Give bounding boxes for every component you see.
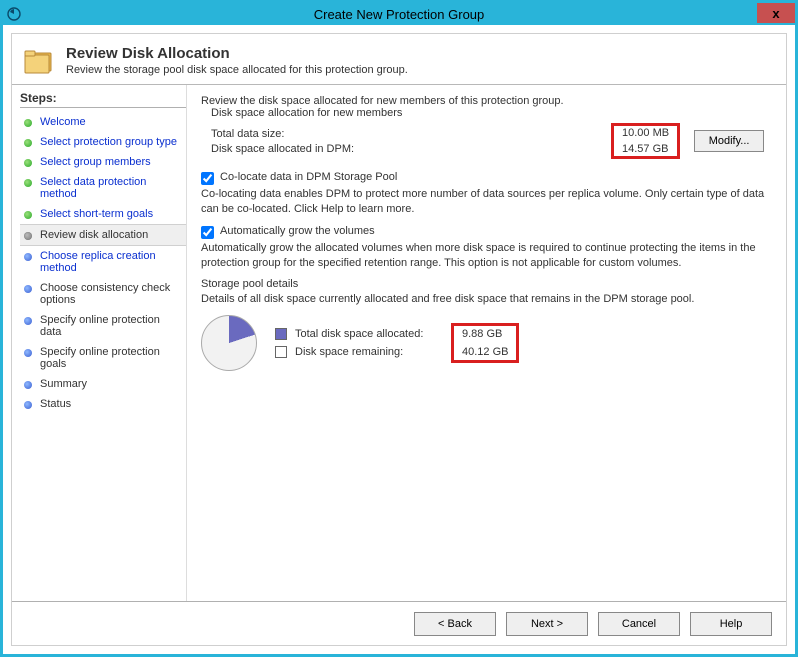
titlebar[interactable]: Create New Protection Group x — [3, 3, 795, 25]
step-item[interactable]: Summary — [20, 374, 186, 394]
steps-heading: Steps: — [20, 91, 186, 108]
back-button[interactable]: < Back — [414, 612, 496, 636]
step-bullet-icon — [24, 401, 32, 409]
dpm-alloc-label: Disk space allocated in DPM: — [211, 143, 471, 155]
step-item[interactable]: Select short-term goals — [20, 204, 186, 224]
legend-allocated-swatch — [275, 328, 287, 340]
step-label: Welcome — [40, 116, 86, 128]
step-bullet-icon — [24, 253, 32, 261]
step-label: Summary — [40, 378, 87, 390]
help-button[interactable]: Help — [690, 612, 772, 636]
step-label: Choose consistency check options — [40, 282, 184, 306]
step-item[interactable]: Specify online protection data — [20, 310, 186, 342]
pool-remaining-label: Disk space remaining: — [295, 346, 451, 358]
alloc-group-title: Disk space allocation for new members — [211, 107, 402, 119]
step-label: Select group members — [40, 156, 151, 168]
step-bullet-icon — [24, 381, 32, 389]
page-subtitle: Review the storage pool disk space alloc… — [66, 64, 408, 76]
footer-buttons: < Back Next > Cancel Help — [12, 601, 786, 645]
step-item[interactable]: Select group members — [20, 152, 186, 172]
steps-sidebar: Steps: Welcome Select protection group ty… — [12, 85, 187, 601]
step-bullet-icon — [24, 179, 32, 187]
close-icon: x — [772, 6, 779, 21]
step-item[interactable]: Welcome — [20, 112, 186, 132]
step-item[interactable]: Specify online protection goals — [20, 342, 186, 374]
pool-values-highlight: 9.88 GB 40.12 GB — [451, 323, 519, 363]
step-item[interactable]: Choose consistency check options — [20, 278, 186, 310]
page-header: Review Disk Allocation Review the storag… — [12, 34, 786, 84]
folder-icon — [24, 44, 56, 76]
dpm-alloc-value: 14.57 GB — [622, 143, 669, 155]
step-bullet-icon — [24, 317, 32, 325]
page-title: Review Disk Allocation — [66, 45, 408, 62]
step-label: Review disk allocation — [40, 229, 148, 241]
step-bullet-icon — [24, 285, 32, 293]
step-bullet-icon — [24, 139, 32, 147]
step-bullet-icon — [24, 211, 32, 219]
pool-desc: Details of all disk space currently allo… — [201, 292, 772, 307]
pool-pie-chart — [201, 315, 257, 371]
pool-allocated-value: 9.88 GB — [462, 328, 508, 340]
content-pane: Review the disk space allocated for new … — [187, 85, 786, 601]
autogrow-label: Automatically grow the volumes — [220, 225, 375, 237]
intro-text: Review the disk space allocated for new … — [201, 95, 772, 107]
autogrow-desc: Automatically grow the allocated volumes… — [201, 241, 772, 271]
pool-group-title: Storage pool details — [201, 278, 298, 290]
step-label: Specify online protection goals — [40, 346, 184, 370]
colocate-checkbox[interactable] — [201, 172, 214, 185]
step-label: Specify online protection data — [40, 314, 184, 338]
step-item[interactable]: Review disk allocation — [20, 224, 186, 246]
step-label: Select data protection method — [40, 176, 184, 200]
next-button[interactable]: Next > — [506, 612, 588, 636]
step-item[interactable]: Choose replica creation method — [20, 246, 186, 278]
step-bullet-icon — [24, 119, 32, 127]
cancel-button[interactable]: Cancel — [598, 612, 680, 636]
pool-remaining-value: 40.12 GB — [462, 346, 508, 358]
step-label: Select protection group type — [40, 136, 177, 148]
close-button[interactable]: x — [757, 3, 795, 23]
step-label: Choose replica creation method — [40, 250, 184, 274]
pool-allocated-label: Total disk space allocated: — [295, 328, 451, 340]
step-bullet-icon — [24, 159, 32, 167]
total-size-label: Total data size: — [211, 128, 471, 140]
step-item[interactable]: Select data protection method — [20, 172, 186, 204]
step-label: Status — [40, 398, 71, 410]
step-bullet-icon — [24, 232, 32, 240]
step-bullet-icon — [24, 349, 32, 357]
colocate-desc: Co-locating data enables DPM to protect … — [201, 187, 772, 217]
step-label: Select short-term goals — [40, 208, 153, 220]
modify-button[interactable]: Modify... — [694, 130, 764, 152]
step-item[interactable]: Select protection group type — [20, 132, 186, 152]
dialog-body: Review Disk Allocation Review the storag… — [11, 33, 787, 646]
alloc-values-highlight: 10.00 MB 14.57 GB — [611, 123, 680, 159]
colocate-label: Co-locate data in DPM Storage Pool — [220, 171, 397, 183]
step-item[interactable]: Status — [20, 394, 186, 414]
legend-remaining-swatch — [275, 346, 287, 358]
total-size-value: 10.00 MB — [622, 127, 669, 139]
autogrow-checkbox[interactable] — [201, 226, 214, 239]
window-title: Create New Protection Group — [3, 7, 795, 22]
dialog-window: Create New Protection Group x Review Dis… — [0, 0, 798, 657]
